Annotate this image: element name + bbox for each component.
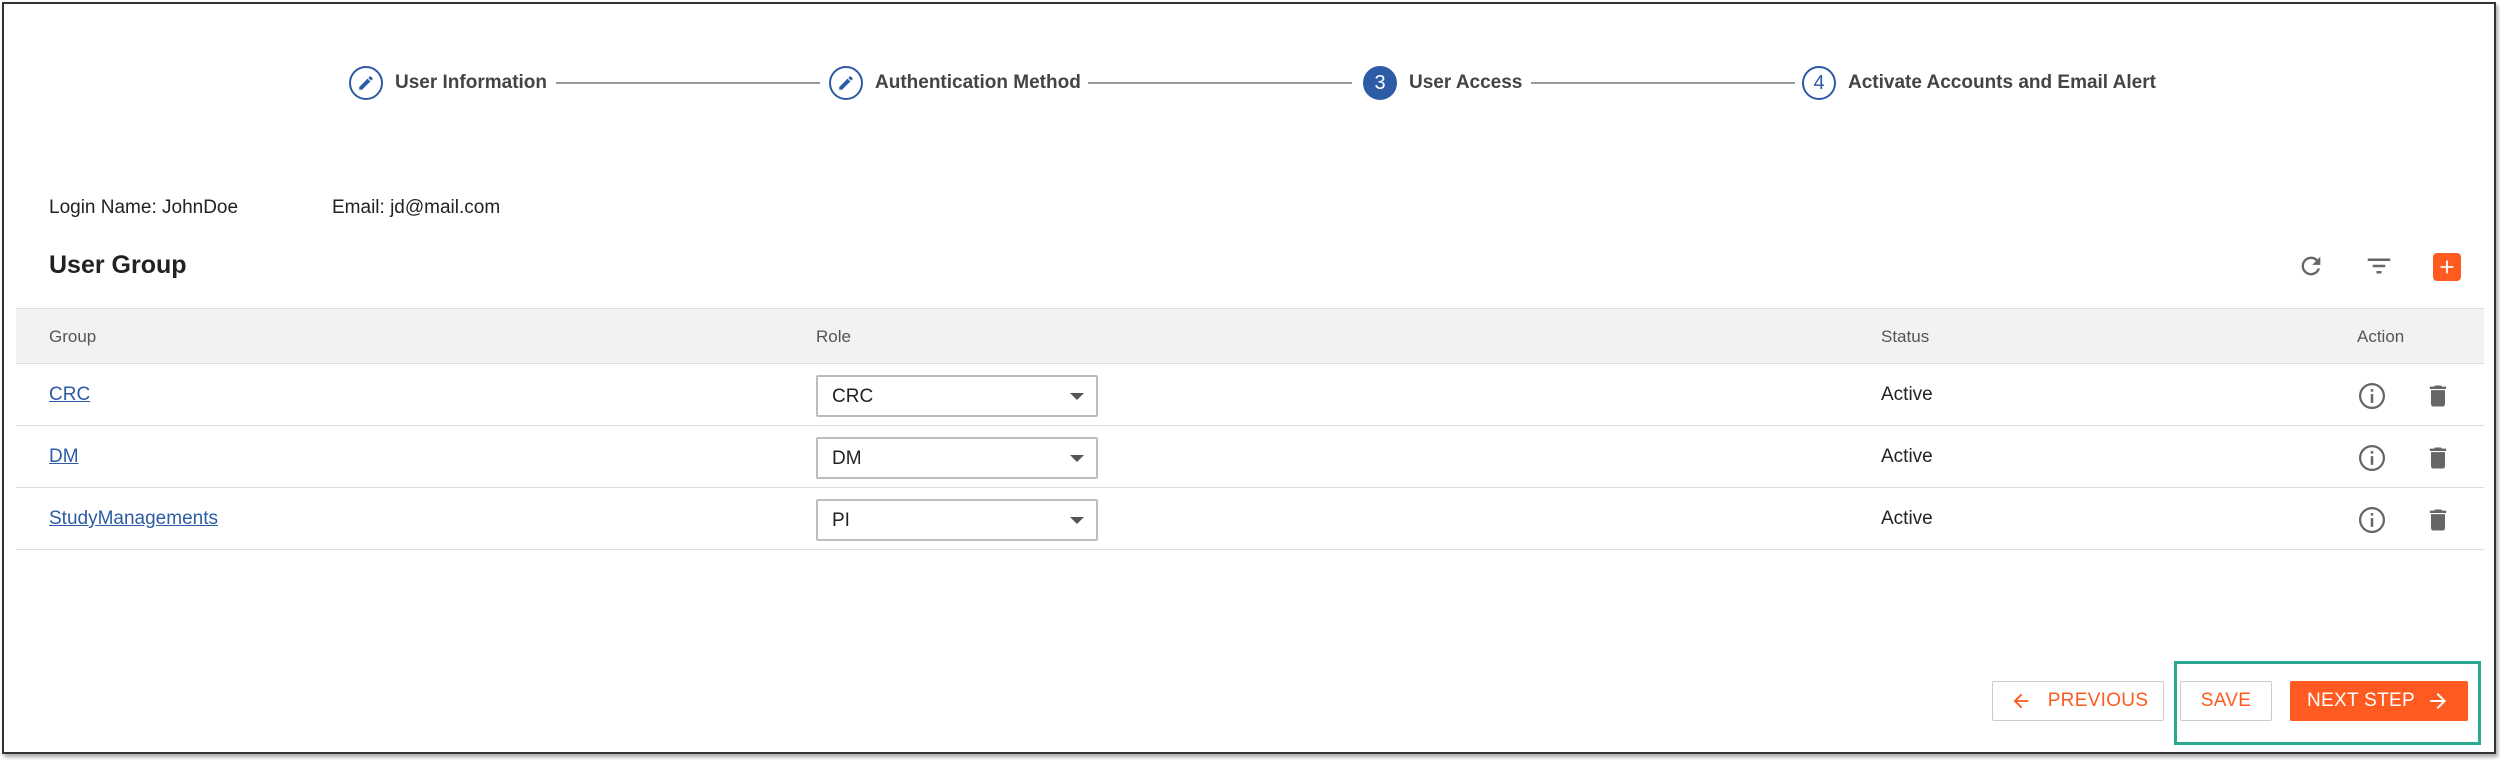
- trash-icon[interactable]: [2422, 504, 2454, 536]
- user-group-table: Group Role Status Action CRC CRC Active …: [16, 308, 2484, 550]
- step-connector: [556, 82, 820, 84]
- group-link[interactable]: DM: [49, 446, 79, 468]
- header-status: Status: [1881, 327, 1930, 346]
- pencil-icon: [829, 66, 863, 100]
- role-value: PI: [832, 510, 850, 531]
- table-row: DM DM Active: [16, 426, 2484, 488]
- info-icon[interactable]: [2356, 504, 2388, 536]
- role-select[interactable]: PI: [816, 499, 1098, 541]
- group-link[interactable]: CRC: [49, 384, 90, 406]
- next-label: NEXT STEP: [2307, 690, 2415, 711]
- filter-icon[interactable]: [2362, 249, 2396, 283]
- header-role: Role: [816, 327, 851, 346]
- add-icon[interactable]: [2433, 253, 2461, 281]
- section-title: User Group: [49, 251, 187, 279]
- login-name: Login Name: JohnDoe: [49, 197, 239, 218]
- arrow-left-icon: [2013, 693, 2029, 709]
- step-label: User Information: [395, 72, 548, 93]
- step-label: Activate Accounts and Email Alert: [1848, 72, 2156, 93]
- previous-button[interactable]: PREVIOUS: [1992, 681, 2164, 721]
- table-row: CRC CRC Active: [16, 364, 2484, 426]
- email: Email: jd@mail.com: [332, 197, 501, 218]
- step-label: User Access: [1409, 72, 1523, 93]
- refresh-icon[interactable]: [2294, 249, 2328, 283]
- step-activate-accounts[interactable]: 4 Activate Accounts and Email Alert: [1802, 64, 2156, 102]
- step-connector: [1088, 82, 1352, 84]
- header-action: Action: [2357, 327, 2405, 346]
- chevron-down-icon: [1070, 517, 1084, 524]
- role-value: DM: [832, 448, 862, 469]
- step-authentication-method[interactable]: Authentication Method: [829, 64, 1081, 102]
- info-icon[interactable]: [2356, 380, 2388, 412]
- info-icon[interactable]: [2356, 442, 2388, 474]
- step-user-access[interactable]: 3 User Access: [1363, 64, 1522, 102]
- group-link[interactable]: StudyManagements: [49, 508, 218, 530]
- status-text: Active: [1881, 384, 1933, 405]
- save-label: SAVE: [2200, 690, 2252, 711]
- table-header: Group Role Status Action: [16, 308, 2484, 364]
- table-row: StudyManagements PI Active: [16, 488, 2484, 550]
- status-text: Active: [1881, 446, 1933, 467]
- step-number: 4: [1802, 66, 1836, 100]
- step-number: 3: [1363, 66, 1397, 100]
- step-connector: [1531, 82, 1795, 84]
- header-group: Group: [49, 327, 97, 346]
- save-button[interactable]: SAVE: [2180, 681, 2272, 721]
- trash-icon[interactable]: [2422, 442, 2454, 474]
- pencil-icon: [349, 66, 383, 100]
- arrow-right-icon: [2429, 693, 2446, 709]
- chevron-down-icon: [1070, 455, 1084, 462]
- step-label: Authentication Method: [875, 72, 1081, 93]
- step-user-information[interactable]: User Information: [349, 64, 547, 102]
- trash-icon[interactable]: [2422, 380, 2454, 412]
- role-select[interactable]: DM: [816, 437, 1098, 479]
- stepper: User Information Authentication Method 3…: [4, 64, 2494, 102]
- role-select[interactable]: CRC: [816, 375, 1098, 417]
- role-value: CRC: [832, 386, 874, 407]
- wizard-window: User Information Authentication Method 3…: [2, 2, 2496, 754]
- status-text: Active: [1881, 508, 1933, 529]
- next-step-button[interactable]: NEXT STEP: [2290, 681, 2468, 721]
- chevron-down-icon: [1070, 393, 1084, 400]
- previous-label: PREVIOUS: [2047, 690, 2149, 711]
